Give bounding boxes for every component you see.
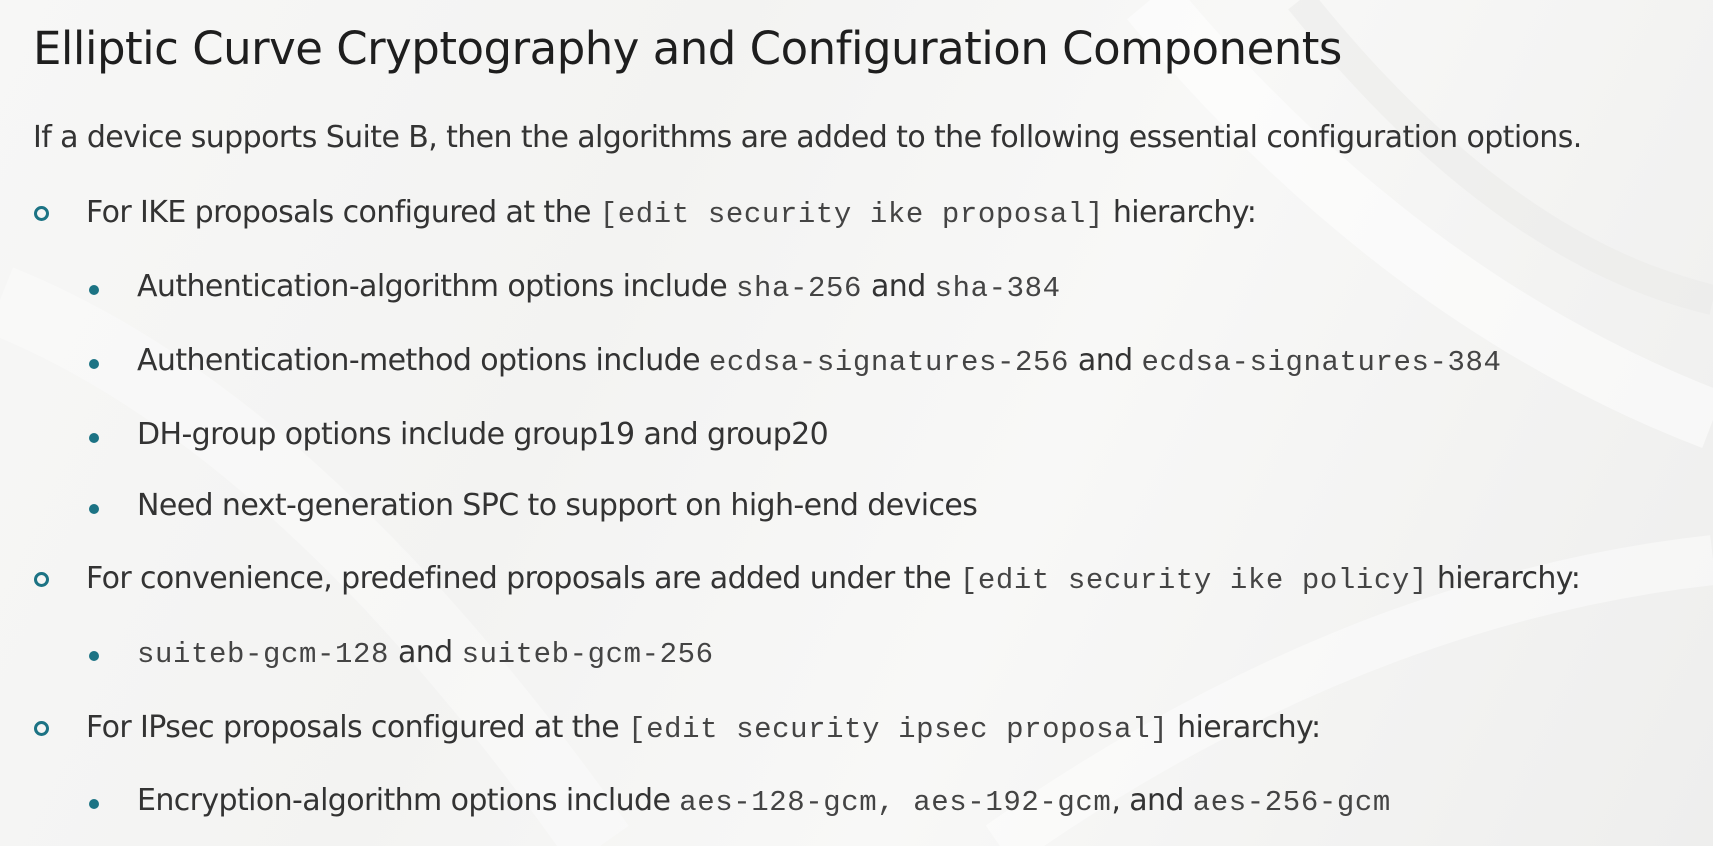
hollow-circle-bullet-icon <box>34 572 49 587</box>
intro-text: If a device supports Suite B, then the a… <box>33 120 1582 155</box>
item-code: aes-128-gcm, aes-192-gcm <box>679 786 1112 819</box>
item-code: suiteb-gcm-256 <box>461 638 714 671</box>
sub-item-dh-group: DH-group options include group19 and gro… <box>137 415 829 455</box>
hollow-circle-bullet-icon <box>34 721 49 736</box>
sub-item-auth-method: Authentication-method options include ec… <box>137 341 1502 383</box>
sub-item-suiteb: suiteb-gcm-128 and suiteb-gcm-256 <box>137 633 714 675</box>
item-text: DH-group options include group19 and gro… <box>137 417 829 452</box>
item-text: Need next-generation SPC to support on h… <box>137 488 978 523</box>
filled-dot-bullet-icon <box>89 433 99 443</box>
item-code: sha-256 <box>736 272 863 305</box>
item-code: ecdsa-signatures-384 <box>1141 346 1502 379</box>
list-item-predefined-proposals: For convenience, predefined proposals ar… <box>86 559 1581 601</box>
item-text: and <box>389 635 462 670</box>
item-code: aes-256-gcm <box>1192 786 1391 819</box>
item-code: ecdsa-signatures-256 <box>708 346 1069 379</box>
item-code: [edit security ike policy] <box>959 564 1428 597</box>
filled-dot-bullet-icon <box>89 799 99 809</box>
list-item-ike-proposals: For IKE proposals configured at the [edi… <box>86 193 1257 235</box>
item-code: sha-384 <box>934 272 1061 305</box>
filled-dot-bullet-icon <box>89 504 99 514</box>
item-text: Authentication-method options include <box>137 343 709 378</box>
item-text: hierarchy: <box>1103 195 1257 230</box>
sub-item-encryption: Encryption-algorithm options include aes… <box>137 781 1391 823</box>
item-text: and <box>1068 343 1142 378</box>
item-code: suiteb-gcm-128 <box>137 638 390 671</box>
list-item-ipsec-proposals: For IPsec proposals configured at the [e… <box>86 708 1321 750</box>
slide: Elliptic Curve Cryptography and Configur… <box>0 0 1713 846</box>
sub-item-next-gen-spc: Need next-generation SPC to support on h… <box>137 486 978 526</box>
item-text: Authentication-algorithm options include <box>137 269 737 304</box>
slide-title: Elliptic Curve Cryptography and Configur… <box>33 22 1342 75</box>
filled-dot-bullet-icon <box>89 359 99 369</box>
item-text: For IKE proposals configured at the <box>86 195 600 230</box>
item-text: Encryption-algorithm options include <box>137 783 680 818</box>
item-text: , and <box>1111 783 1193 818</box>
filled-dot-bullet-icon <box>89 285 99 295</box>
item-text: For IPsec proposals configured at the <box>86 710 629 745</box>
item-text: hierarchy: <box>1168 710 1321 745</box>
item-text: and <box>862 269 935 304</box>
hollow-circle-bullet-icon <box>34 206 49 221</box>
item-text: For convenience, predefined proposals ar… <box>86 561 960 596</box>
filled-dot-bullet-icon <box>89 651 99 661</box>
sub-item-auth-algorithm: Authentication-algorithm options include… <box>137 267 1061 309</box>
item-code: [edit security ipsec proposal] <box>628 713 1169 746</box>
item-code: [edit security ike proposal] <box>599 198 1104 231</box>
item-text: hierarchy: <box>1427 561 1581 596</box>
